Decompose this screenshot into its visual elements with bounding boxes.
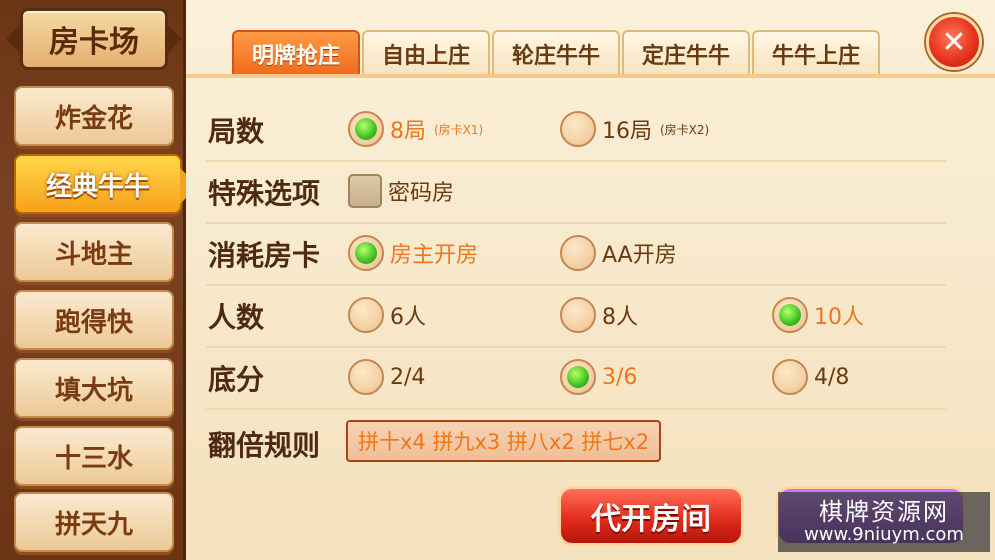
option-8-rounds[interactable]: 8局 (房卡X1) [348,110,483,148]
sidebar-item-shisanshui[interactable]: 十三水 [14,426,174,486]
tab-dingzhuang-niuniu[interactable]: 定庄牛牛 [622,30,750,76]
option-aa-pays[interactable]: AA开房 [560,234,677,272]
option-text: 6人 [390,305,426,330]
multiplier-label: 翻倍规则 [208,429,321,462]
option-owner-pays[interactable]: 房主开房 [348,234,478,272]
row-base-score: 底分 2/4 3/6 4/8 [206,346,966,410]
radio-icon[interactable] [772,359,808,395]
option-score-3-6[interactable]: 3/6 [560,358,637,396]
proxy-open-room-button[interactable]: 代开房间 [558,486,744,546]
radio-selected-icon[interactable] [772,297,808,333]
option-text: 4/8 [814,364,850,390]
sidebar-item-paodekuai[interactable]: 跑得快 [14,290,174,350]
radio-selected-icon[interactable] [560,359,596,395]
option-text: 2/4 [390,364,426,390]
watermark-line1: 棋牌资源网 [819,497,949,526]
option-score-2-4[interactable]: 2/4 [348,358,425,396]
option-text: 8人 [602,305,638,330]
sidebar-item-pintianjiu[interactable]: 拼天九 [14,492,174,552]
tab-mingpai-qiangzhuang[interactable]: 明牌抢庄 [232,30,360,76]
rounds-label: 局数 [208,115,265,148]
tab-ziyou-shangzhuang[interactable]: 自由上庄 [362,30,490,76]
checkbox-icon[interactable] [348,174,382,208]
option-text: 3/6 [602,364,638,390]
room-settings-panel: 明牌抢庄 自由上庄 轮庄牛牛 定庄牛牛 牛牛上庄 ✕ 局数 8局 (房卡X1) … [186,0,995,560]
option-text: AA开房 [602,243,677,268]
radio-icon[interactable] [560,235,596,271]
row-special: 特殊选项 密码房 [206,160,966,224]
option-text: 10人 [814,305,864,330]
row-multiplier: 翻倍规则 拼十x4 拼九x3 拼八x2 拼七x2 [206,412,966,476]
close-button[interactable]: ✕ [926,14,982,70]
mode-tabs: 明牌抢庄 自由上庄 轮庄牛牛 定庄牛牛 牛牛上庄 [232,30,880,76]
option-text: 房主开房 [390,243,479,268]
divider [206,408,946,410]
option-16-rounds[interactable]: 16局 (房卡X2) [560,110,709,148]
row-cost: 消耗房卡 房主开房 AA开房 [206,222,966,286]
option-text: 16局 [602,119,652,144]
radio-icon[interactable] [560,111,596,147]
sidebar-title: 房卡场 [6,8,182,70]
cost-label: 消耗房卡 [208,239,321,272]
option-sub: (房卡X2) [660,122,710,137]
base-score-label: 底分 [208,363,265,396]
sidebar-item-jingdian-niuniu[interactable]: 经典牛牛 [14,154,198,214]
option-sub: (房卡X1) [434,122,484,137]
tab-lunzhuang-niuniu[interactable]: 轮庄牛牛 [492,30,620,76]
option-8-players[interactable]: 8人 [560,296,638,334]
radio-icon[interactable] [348,359,384,395]
players-label: 人数 [208,301,265,334]
option-text: 8局 [390,119,426,144]
radio-icon[interactable] [560,297,596,333]
sidebar-item-tiandakeng[interactable]: 填大坑 [14,358,174,418]
option-text: 密码房 [388,181,455,206]
sidebar-item-zhajinhua[interactable]: 炸金花 [14,86,174,146]
game-sidebar: 房卡场 炸金花 经典牛牛 斗地主 跑得快 填大坑 十三水 拼天九 [0,0,198,560]
option-6-players[interactable]: 6人 [348,296,426,334]
option-10-players[interactable]: 10人 [772,296,864,334]
watermark: 棋牌资源网 www.9niuym.com [778,492,990,552]
radio-selected-icon[interactable] [348,111,384,147]
tabs-underline [186,74,995,78]
radio-selected-icon[interactable] [348,235,384,271]
option-score-4-8[interactable]: 4/8 [772,358,849,396]
option-password-room[interactable]: 密码房 [348,172,454,210]
row-players: 人数 6人 8人 10人 [206,284,966,348]
special-label: 特殊选项 [208,177,321,210]
row-rounds: 局数 8局 (房卡X1) 16局 (房卡X2) [206,98,966,162]
tab-niuniu-shangzhuang[interactable]: 牛牛上庄 [752,30,880,76]
watermark-line2: www.9niuym.com [804,524,964,546]
multiplier-rule-select[interactable]: 拼十x4 拼九x3 拼八x2 拼七x2 [346,420,662,462]
radio-icon[interactable] [348,297,384,333]
close-x-icon: ✕ [941,24,967,60]
sidebar-item-doudizhu[interactable]: 斗地主 [14,222,174,282]
